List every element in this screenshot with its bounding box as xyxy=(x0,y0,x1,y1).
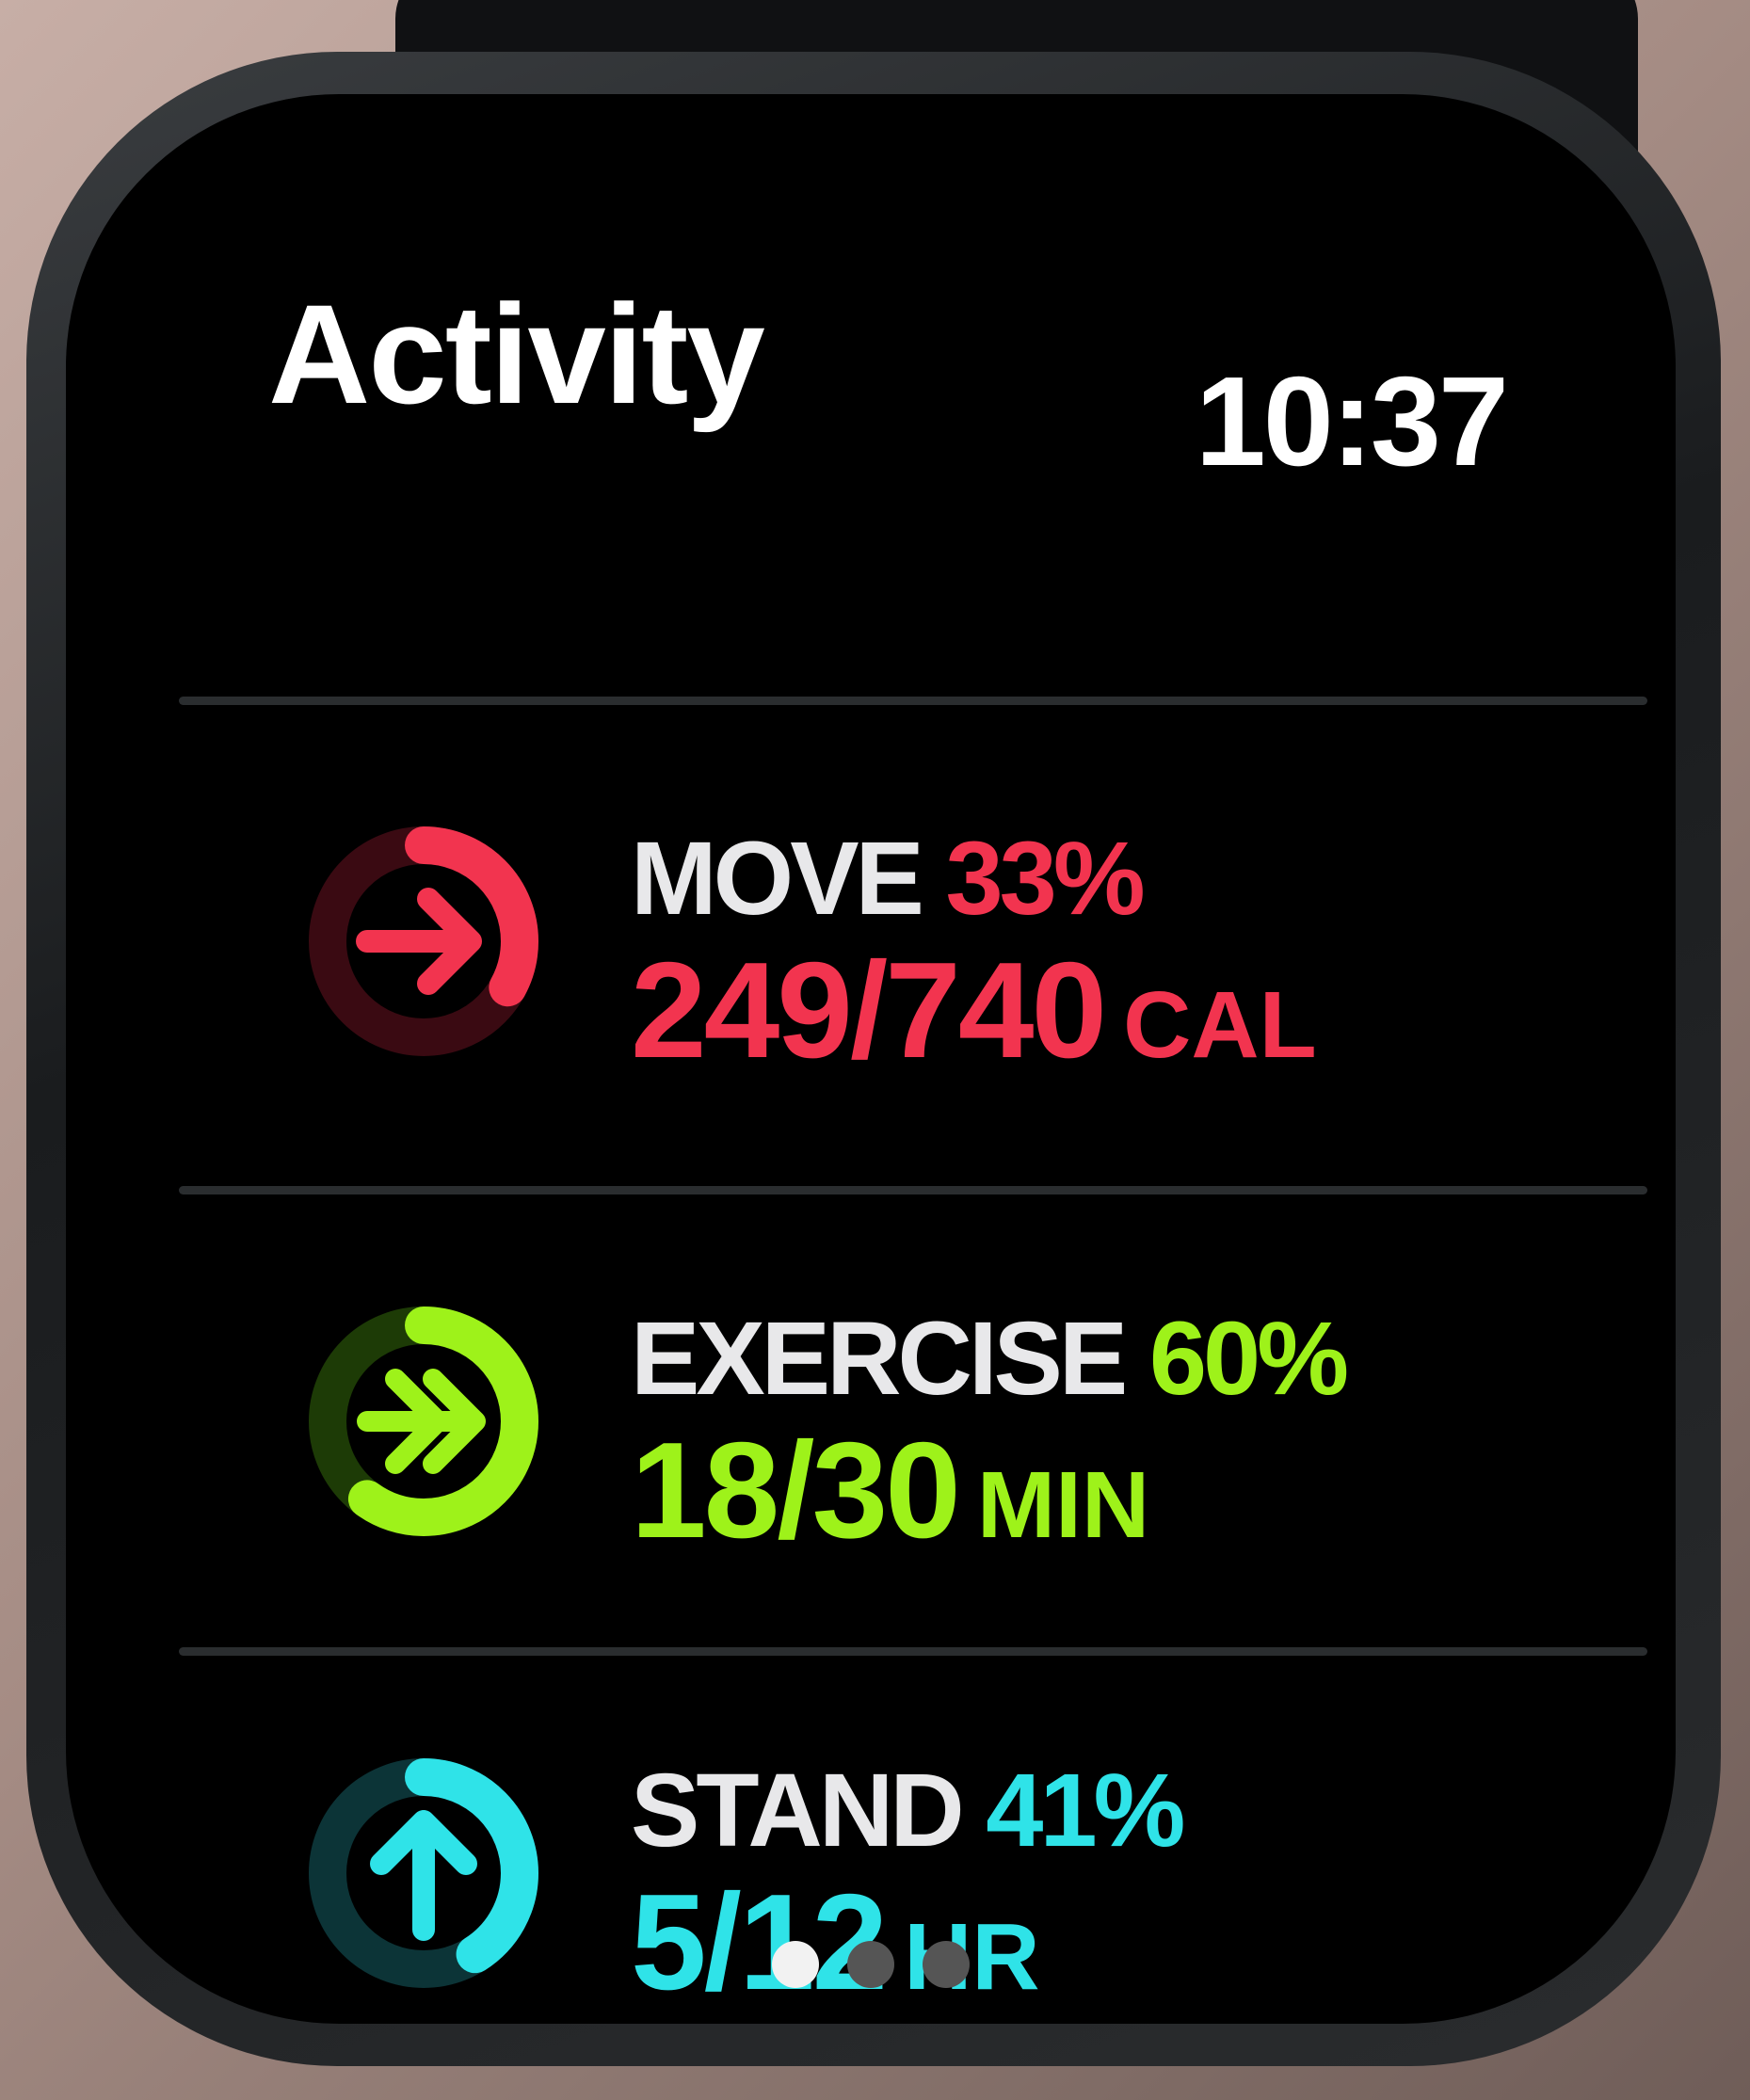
move-row[interactable]: MOVE 33% 249/740 CAL xyxy=(188,819,1647,1214)
exercise-label: EXERCISE xyxy=(631,1301,1128,1417)
divider xyxy=(179,1186,1647,1194)
divider xyxy=(179,1647,1647,1656)
move-percent: 33% xyxy=(945,821,1146,937)
exercise-row[interactable]: EXERCISE 60% 18/30 MIN xyxy=(188,1299,1647,1694)
exercise-ring xyxy=(301,1299,546,1544)
exercise-double-arrow-icon xyxy=(357,1369,486,1474)
divider xyxy=(179,697,1647,705)
page-dot[interactable] xyxy=(847,1941,894,1988)
page-dot[interactable] xyxy=(772,1941,819,1988)
watch-screen: Activity 10:37 MOVE 33% 249/740 CAL EXER… xyxy=(66,94,1676,2024)
move-value: 249/740 xyxy=(631,934,1107,1086)
move-arrow-icon xyxy=(356,888,482,995)
app-title: Activity xyxy=(268,275,765,433)
clock-time: 10:37 xyxy=(1195,350,1509,492)
page-indicator[interactable] xyxy=(66,1941,1676,1988)
stand-percent: 41% xyxy=(986,1753,1185,1868)
stand-label: STAND xyxy=(631,1753,965,1868)
exercise-percent: 60% xyxy=(1148,1301,1349,1417)
move-label: MOVE xyxy=(631,821,924,937)
exercise-unit: MIN xyxy=(976,1452,1150,1558)
move-unit: CAL xyxy=(1123,972,1317,1078)
page-dot[interactable] xyxy=(923,1941,970,1988)
exercise-value: 18/30 xyxy=(631,1414,961,1566)
move-ring xyxy=(301,819,546,1064)
